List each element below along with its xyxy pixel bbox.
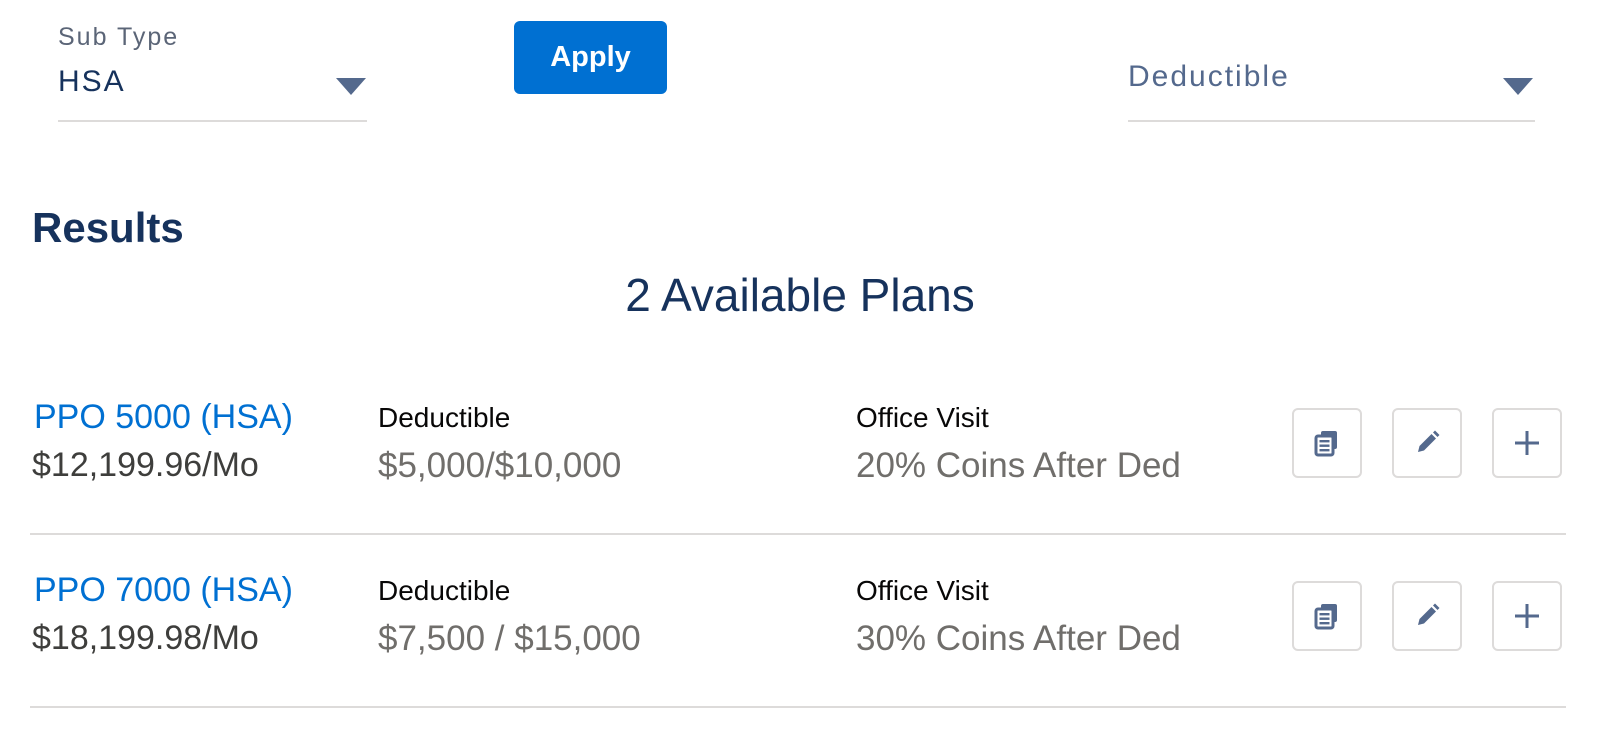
sort-select[interactable]: Deductible <box>1128 18 1535 122</box>
edit-icon <box>1418 430 1440 452</box>
chevron-down-icon <box>336 78 366 95</box>
plan-edit-button[interactable] <box>1392 408 1462 478</box>
chevron-down-icon <box>1503 78 1533 95</box>
plan-price: $12,199.96/Mo <box>32 446 259 484</box>
plus-icon <box>1515 431 1539 455</box>
edit-icon <box>1418 603 1440 625</box>
plus-icon <box>1515 604 1539 628</box>
plan-details-button[interactable] <box>1292 581 1362 651</box>
deductible-label: Deductible <box>378 575 511 606</box>
deductible-label: Deductible <box>378 402 511 433</box>
sub-type-label: Sub Type <box>58 23 180 51</box>
office-visit-label: Office Visit <box>856 575 989 606</box>
plan-name-link[interactable]: PPO 5000 (HSA) <box>34 398 293 437</box>
deductible-value: $5,000/$10,000 <box>378 446 622 485</box>
sort-placeholder: Deductible <box>1128 60 1290 93</box>
plan-row: PPO 7000 (HSA) $18,199.98/Mo Deductible … <box>30 533 1566 708</box>
sub-type-select[interactable]: Sub Type HSA <box>58 18 367 122</box>
plan-name-link[interactable]: PPO 7000 (HSA) <box>34 571 293 610</box>
plan-row: PPO 5000 (HSA) $12,199.96/Mo Deductible … <box>30 360 1566 535</box>
plan-add-button[interactable] <box>1492 581 1562 651</box>
office-visit-label: Office Visit <box>856 402 989 433</box>
plan-edit-button[interactable] <box>1392 581 1462 651</box>
plan-price: $18,199.98/Mo <box>32 619 259 657</box>
plan-count: 2 Available Plans <box>625 269 975 321</box>
results-heading: Results <box>32 204 184 251</box>
deductible-value: $7,500 / $15,000 <box>378 619 641 658</box>
office-visit-value: 20% Coins After Ded <box>856 446 1181 485</box>
apply-button[interactable]: Apply <box>514 21 667 94</box>
office-visit-value: 30% Coins After Ded <box>856 619 1181 658</box>
details-icon <box>1314 431 1337 457</box>
plan-details-button[interactable] <box>1292 408 1362 478</box>
details-icon <box>1314 604 1337 630</box>
sub-type-value: HSA <box>58 65 126 98</box>
plan-add-button[interactable] <box>1492 408 1562 478</box>
